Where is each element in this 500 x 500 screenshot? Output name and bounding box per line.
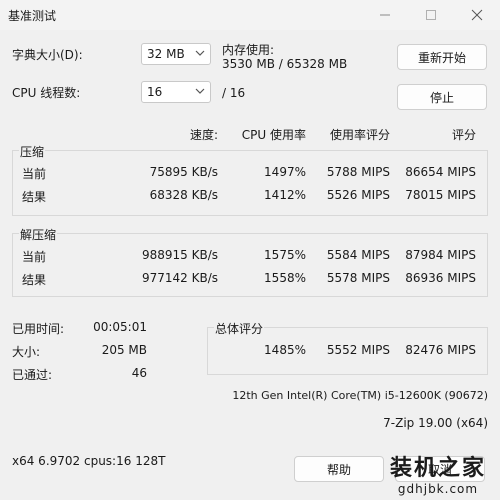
dict-size-value: 32 MB <box>147 47 185 61</box>
compress-result-label: 结果 <box>22 190 47 204</box>
decompress-title: 解压缩 <box>19 226 58 243</box>
compress-group <box>12 150 488 216</box>
compress-current-usage-rating: 5788 MIPS <box>326 165 390 179</box>
elapsed-value: 00:05:01 <box>93 320 147 334</box>
stop-button[interactable]: 停止 <box>397 84 487 110</box>
maximize-button[interactable] <box>408 0 454 30</box>
memory-label: 内存使用: <box>222 43 275 57</box>
chevron-down-icon <box>195 50 205 56</box>
total-rating: 82476 MIPS <box>405 343 476 357</box>
dict-size-label: 字典大小(D): <box>12 48 83 62</box>
arch-text: x64 6.9702 cpus:16 128T <box>12 454 166 468</box>
threads-total: / 16 <box>222 86 246 100</box>
decompress-result-usage-rating: 5578 MIPS <box>326 271 390 285</box>
compress-result-speed: 68328 KB/s <box>149 188 218 202</box>
compress-result-usage-rating: 5526 MIPS <box>326 188 390 202</box>
version-text: 7-Zip 19.00 (x64) <box>383 416 488 430</box>
title-bar: 基准测试 <box>0 0 500 30</box>
compress-current-rating: 86654 MIPS <box>405 165 476 179</box>
decompress-current-label: 当前 <box>22 250 47 264</box>
close-icon <box>471 9 483 21</box>
watermark-logo: 装机之家 gdhjbk.com <box>390 450 486 496</box>
help-button[interactable]: 帮助 <box>294 456 384 482</box>
compress-current-label: 当前 <box>22 167 47 181</box>
passes-label: 已通过: <box>12 368 53 382</box>
memory-value: 3530 MB / 65328 MB <box>222 57 348 71</box>
threads-value: 16 <box>147 85 163 99</box>
close-button[interactable] <box>454 0 500 30</box>
decompress-current-speed: 988915 KB/s <box>141 248 218 262</box>
col-cpu-usage: CPU 使用率 <box>241 128 306 142</box>
compress-title: 压缩 <box>19 143 46 160</box>
passes-value: 46 <box>131 366 147 380</box>
elapsed-label: 已用时间: <box>12 322 65 336</box>
chevron-down-icon <box>195 88 205 94</box>
minimize-icon <box>380 14 390 16</box>
col-usage-rating: 使用率评分 <box>329 128 390 142</box>
window-title: 基准测试 <box>8 9 57 23</box>
decompress-current-rating: 87984 MIPS <box>405 248 476 262</box>
decompress-result-rating: 86936 MIPS <box>405 271 476 285</box>
maximize-icon <box>426 10 436 20</box>
compress-current-speed: 75895 KB/s <box>149 165 218 179</box>
threads-label: CPU 线程数: <box>12 86 81 100</box>
decompress-current-cpu: 1575% <box>264 248 306 262</box>
decompress-result-cpu: 1558% <box>264 271 306 285</box>
col-speed: 速度: <box>189 128 218 142</box>
decompress-result-speed: 977142 KB/s <box>141 271 218 285</box>
minimize-button[interactable] <box>362 0 408 30</box>
decompress-group <box>12 233 488 297</box>
col-rating: 评分 <box>451 128 476 142</box>
size-label: 大小: <box>12 345 41 359</box>
dict-size-select[interactable]: 32 MB <box>141 43 211 65</box>
decompress-result-label: 结果 <box>22 273 47 287</box>
decompress-current-usage-rating: 5584 MIPS <box>326 248 390 262</box>
total-title: 总体评分 <box>214 320 265 337</box>
watermark-title: 装机之家 <box>389 456 486 481</box>
compress-result-rating: 78015 MIPS <box>405 188 476 202</box>
compress-result-cpu: 1412% <box>264 188 306 202</box>
compress-current-cpu: 1497% <box>264 165 306 179</box>
size-value: 205 MB <box>101 343 147 357</box>
restart-button[interactable]: 重新开始 <box>397 44 487 70</box>
total-usage-rating: 5552 MIPS <box>326 343 390 357</box>
cpu-name: 12th Gen Intel(R) Core(TM) i5-12600K (90… <box>232 389 488 402</box>
watermark-url: gdhjbk.com <box>397 482 479 496</box>
threads-select[interactable]: 16 <box>141 81 211 103</box>
total-cpu: 1485% <box>264 343 306 357</box>
